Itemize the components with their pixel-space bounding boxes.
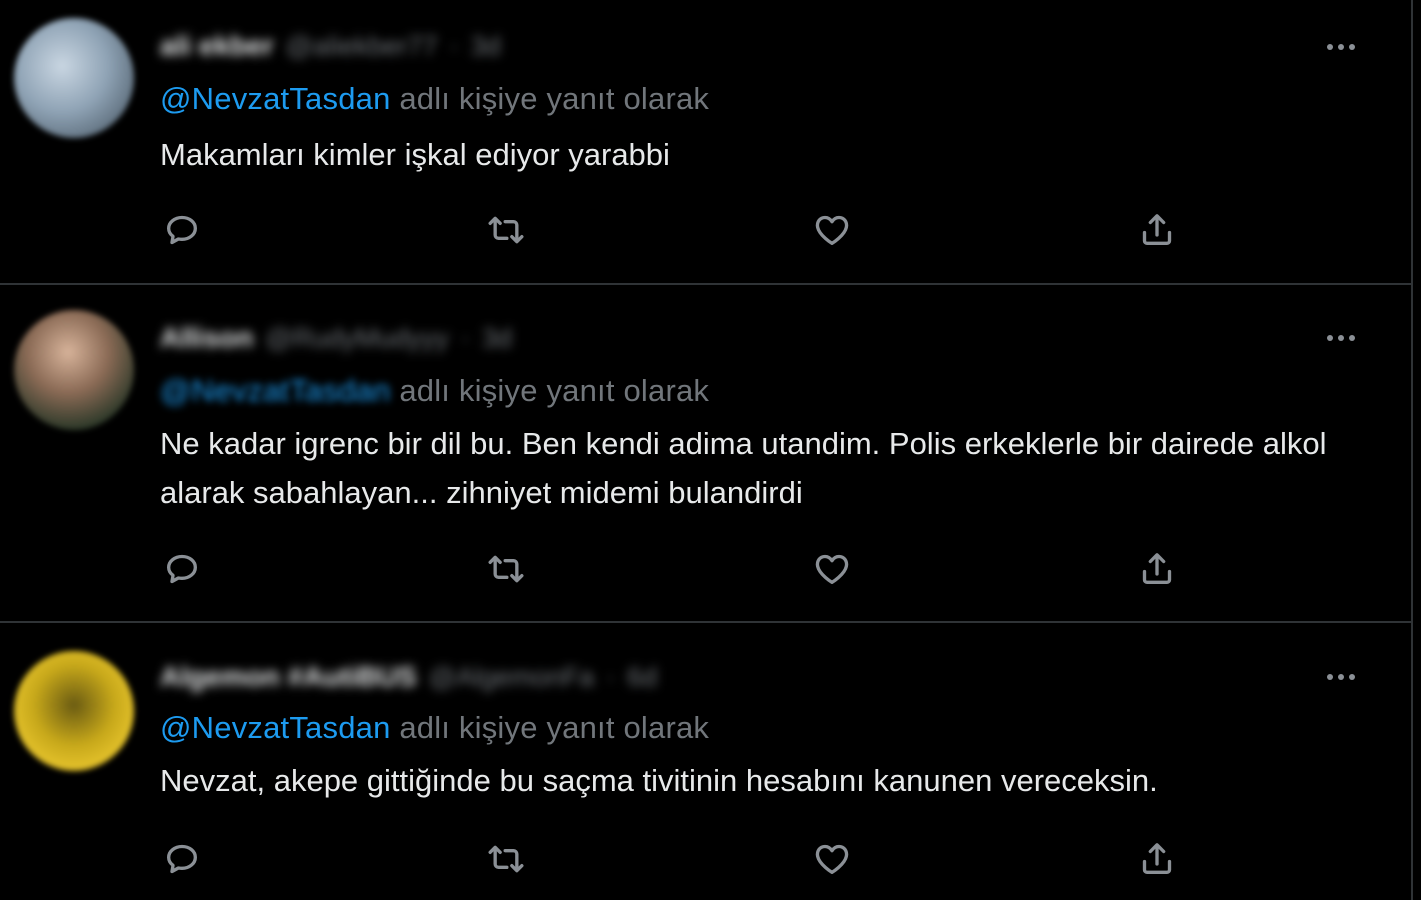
tweet-header: Algemon #AutiBUS @AlgemonFa · 6d bbox=[160, 659, 657, 695]
heart-icon bbox=[815, 844, 849, 874]
tweet-actions bbox=[160, 547, 1200, 591]
reply-context-label: adlı kişiye yanıt olarak bbox=[390, 81, 710, 116]
like-button[interactable] bbox=[810, 547, 854, 591]
mention-link[interactable]: @NevzatTasdan bbox=[160, 81, 391, 116]
more-dots-icon[interactable] bbox=[1321, 32, 1361, 62]
retweet-icon bbox=[488, 845, 524, 873]
tweet-actions bbox=[160, 837, 1200, 881]
reply-button[interactable] bbox=[160, 837, 204, 881]
mention-link[interactable]: @NevzatTasdan bbox=[160, 373, 391, 408]
reply-button[interactable] bbox=[160, 208, 204, 252]
user-handle[interactable]: @AlgemonFa bbox=[429, 662, 594, 693]
tweet[interactable]: Allison @RudyMudyyy · 3d @NevzatTasdan a… bbox=[0, 285, 1411, 623]
tweet[interactable]: Algemon #AutiBUS @AlgemonFa · 6d @Nevzat… bbox=[0, 623, 1411, 900]
share-icon bbox=[1142, 214, 1172, 245]
display-name[interactable]: Algemon #AutiBUS bbox=[160, 661, 417, 693]
tweet-header: ali ekber @aliekber77 · 3d bbox=[160, 28, 501, 64]
heart-icon bbox=[815, 215, 849, 245]
display-name[interactable]: ali ekber bbox=[160, 30, 274, 62]
avatar[interactable] bbox=[14, 651, 134, 771]
user-handle[interactable]: @aliekber77 bbox=[286, 31, 438, 62]
retweet-icon bbox=[488, 555, 524, 583]
avatar[interactable] bbox=[14, 18, 134, 138]
reply-context-label: adlı kişiye yanıt olarak bbox=[390, 373, 710, 408]
tweet-header: Allison @RudyMudyyy · 3d bbox=[160, 320, 512, 356]
tweet-time[interactable]: 3d bbox=[471, 31, 501, 62]
reply-icon bbox=[167, 554, 197, 584]
more-dots-icon[interactable] bbox=[1321, 323, 1361, 353]
heart-icon bbox=[815, 554, 849, 584]
share-button[interactable] bbox=[1135, 208, 1179, 252]
reply-icon bbox=[167, 215, 197, 245]
retweet-button[interactable] bbox=[484, 208, 528, 252]
tweet-time[interactable]: 6d bbox=[627, 662, 657, 693]
separator-dot: · bbox=[606, 661, 616, 692]
share-button[interactable] bbox=[1135, 547, 1179, 591]
retweet-icon bbox=[488, 216, 524, 244]
reply-context-label: adlı kişiye yanıt olarak bbox=[390, 710, 710, 745]
display-name[interactable]: Allison bbox=[160, 322, 253, 354]
share-icon bbox=[1142, 553, 1172, 584]
tweet-text: Nevzat, akepe gittiğinde bu saçma tiviti… bbox=[160, 763, 1158, 798]
share-button[interactable] bbox=[1135, 837, 1179, 881]
user-handle[interactable]: @RudyMudyyy bbox=[265, 323, 448, 354]
tweet-actions bbox=[160, 208, 1200, 252]
mention-link[interactable]: @NevzatTasdan bbox=[160, 710, 391, 745]
like-button[interactable] bbox=[810, 837, 854, 881]
more-dots-icon[interactable] bbox=[1321, 662, 1361, 692]
separator-dot: · bbox=[460, 322, 470, 353]
reply-context: @NevzatTasdan adlı kişiye yanıt olarak bbox=[160, 81, 709, 117]
share-icon bbox=[1142, 843, 1172, 874]
tweet-text: Makamları kimler işkal ediyor yarabbi bbox=[160, 137, 670, 172]
reply-context: @NevzatTasdan adlı kişiye yanıt olarak bbox=[160, 373, 709, 409]
tweet-time[interactable]: 3d bbox=[482, 323, 512, 354]
like-button[interactable] bbox=[810, 208, 854, 252]
reply-feed: ali ekber @aliekber77 · 3d @NevzatTasdan… bbox=[0, 0, 1413, 900]
retweet-button[interactable] bbox=[484, 547, 528, 591]
separator-dot: · bbox=[449, 30, 459, 61]
reply-button[interactable] bbox=[160, 547, 204, 591]
tweet[interactable]: ali ekber @aliekber77 · 3d @NevzatTasdan… bbox=[0, 0, 1411, 285]
retweet-button[interactable] bbox=[484, 837, 528, 881]
reply-icon bbox=[167, 844, 197, 874]
avatar[interactable] bbox=[14, 310, 134, 430]
tweet-text: Ne kadar igrenc bir dil bu. Ben kendi ad… bbox=[160, 426, 1327, 510]
reply-context: @NevzatTasdan adlı kişiye yanıt olarak bbox=[160, 710, 709, 746]
